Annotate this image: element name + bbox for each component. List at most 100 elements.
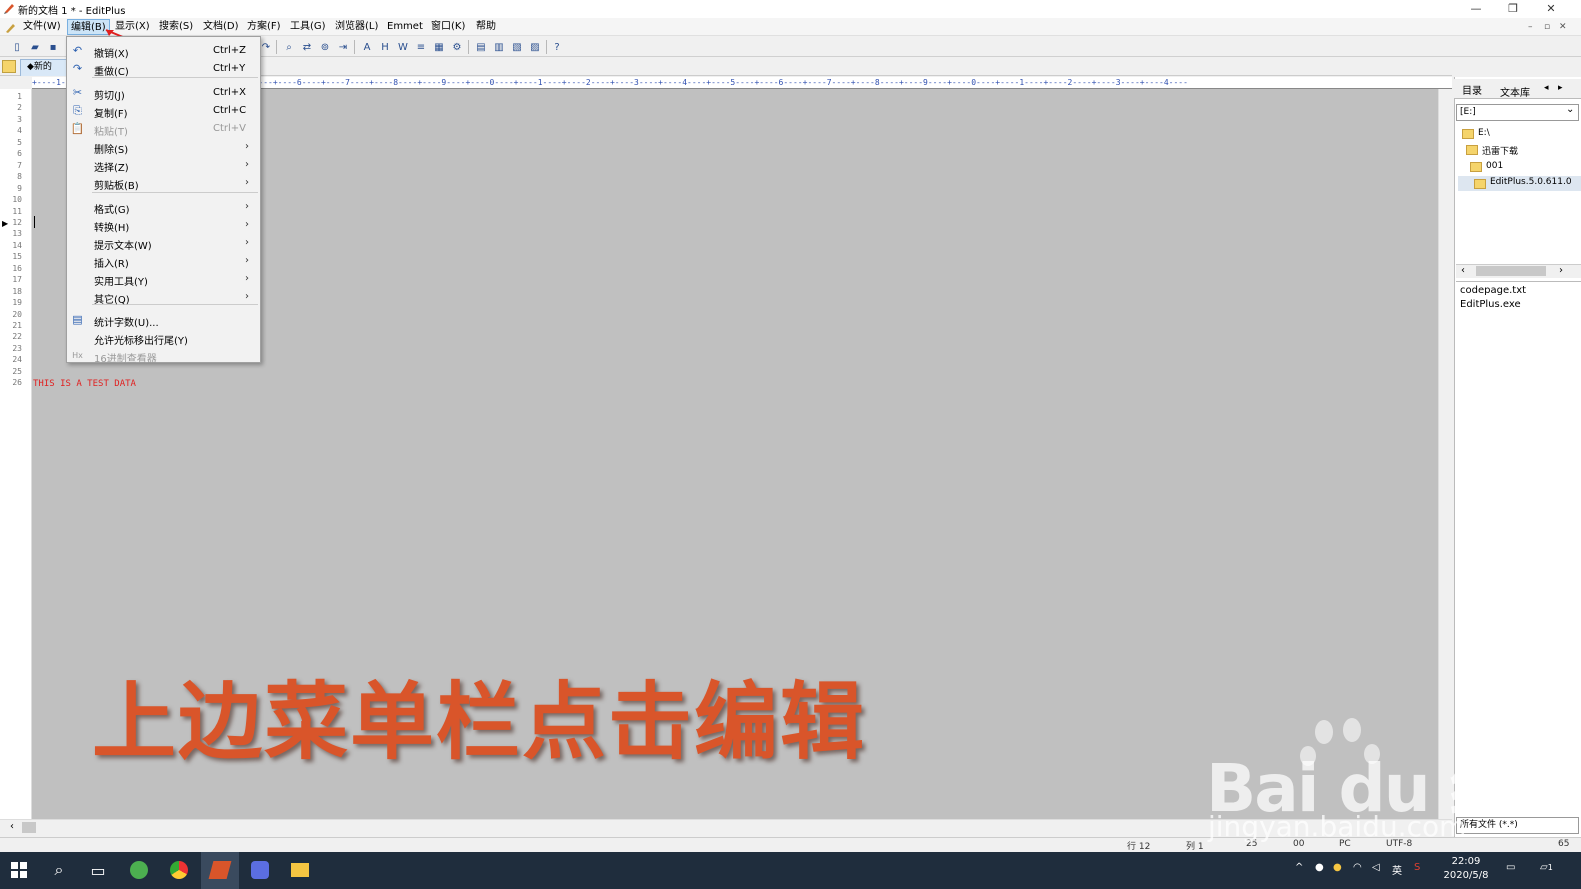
line-number: 16 xyxy=(12,263,22,273)
toolbar-separator xyxy=(276,40,277,54)
hex-toolbar-icon[interactable]: H xyxy=(378,40,392,54)
menu-project[interactable]: 方案(F) xyxy=(244,19,284,35)
mdi-minimize-button[interactable]: – xyxy=(1528,22,1533,32)
find-icon[interactable]: ⌕ xyxy=(282,40,296,54)
tray-expand-icon[interactable]: ^ xyxy=(1295,862,1303,873)
tree-scroll-left-icon[interactable]: ‹ xyxy=(1461,265,1465,276)
edit-menu-item-shortcut: Ctrl+V xyxy=(213,123,247,134)
cut-icon: ✂ xyxy=(72,86,83,99)
scroll-left-arrow-icon[interactable]: ‹ xyxy=(10,821,14,832)
output-window-icon[interactable]: ▨ xyxy=(528,40,542,54)
sogou-ime-icon[interactable]: S xyxy=(1414,862,1420,873)
menu-search[interactable]: 搜索(S) xyxy=(156,19,196,35)
panel-tab-next-icon[interactable]: ▸ xyxy=(1558,83,1563,93)
folder-icon[interactable] xyxy=(2,60,16,73)
app-taskbar-icon[interactable] xyxy=(248,858,272,882)
redo-toolbar-icon[interactable]: ↷ xyxy=(259,40,273,54)
tree-item-editplus[interactable]: EditPlus.5.0.611.0 xyxy=(1490,177,1572,187)
browser-360-icon[interactable] xyxy=(127,858,151,882)
close-button[interactable]: ✕ xyxy=(1533,0,1569,18)
search-icon[interactable]: ⌕ xyxy=(47,858,71,882)
line-number: 13 xyxy=(12,229,22,239)
watermark-url: jingyan.baidu.com xyxy=(1208,810,1467,843)
minimize-button[interactable]: — xyxy=(1458,0,1494,18)
font-icon[interactable]: A xyxy=(360,40,374,54)
chevron-down-icon[interactable]: ⌄ xyxy=(1566,104,1574,115)
task-view-icon[interactable]: ▭ xyxy=(86,858,110,882)
editplus-taskbar-icon[interactable] xyxy=(208,858,232,882)
tree-scroll-thumb[interactable] xyxy=(1476,266,1546,276)
line-number: 9 xyxy=(17,183,22,193)
settings-icon[interactable]: ⚙ xyxy=(450,40,464,54)
word-wrap-icon[interactable]: W xyxy=(396,40,410,54)
menu-help[interactable]: 帮助 xyxy=(473,19,499,35)
editor-text-line[interactable]: THIS IS A TEST DATA xyxy=(33,379,136,389)
tab-cliptext[interactable]: 文本库 xyxy=(1500,84,1530,99)
notification-icon[interactable]: ▱1 xyxy=(1540,862,1553,873)
line-numbers-icon[interactable]: ≡ xyxy=(414,40,428,54)
goto-line-icon[interactable]: ⇥ xyxy=(336,40,350,54)
find-replace-icon[interactable]: ⇄ xyxy=(300,40,314,54)
tree-item-001[interactable]: 001 xyxy=(1486,161,1503,171)
help-icon[interactable]: ? xyxy=(550,40,564,54)
cliptext-icon[interactable]: ▧ xyxy=(510,40,524,54)
ime-indicator[interactable]: 英 xyxy=(1392,862,1402,877)
edit-menu-item-label: 重做(C) xyxy=(94,67,129,78)
edit-menu-item-label: 转换(H) xyxy=(94,223,130,234)
menu-tools[interactable]: 工具(G) xyxy=(287,19,329,35)
taskbar-clock[interactable]: 22:09 2020/5/8 xyxy=(1438,855,1494,883)
line-number: 4 xyxy=(17,126,22,136)
status-row: 行 12 xyxy=(1127,842,1151,852)
toolbar-separator xyxy=(468,40,469,54)
tab-directory[interactable]: 目录 xyxy=(1462,82,1482,97)
windows-start-icon[interactable] xyxy=(11,862,27,878)
line-number: 2 xyxy=(17,103,22,113)
open-folder-icon[interactable]: ▰ xyxy=(28,40,42,54)
edit-menu-item-label: 统计字数(U)... xyxy=(94,318,159,329)
tree-scroll-right-icon[interactable]: › xyxy=(1559,265,1563,276)
line-number: 25 xyxy=(12,366,22,376)
panel-tab-prev-icon[interactable]: ◂ xyxy=(1544,83,1549,93)
folder-icon xyxy=(1470,162,1482,172)
find-in-files-icon[interactable]: ⊚ xyxy=(318,40,332,54)
save-icon[interactable]: ▪ xyxy=(46,40,60,54)
new-file-icon[interactable]: ▯ xyxy=(10,40,24,54)
ruler-icon[interactable]: ▦ xyxy=(432,40,446,54)
tree-item-drive-e[interactable]: E:\ xyxy=(1478,128,1490,138)
menu-document[interactable]: 文档(D) xyxy=(200,19,242,35)
panel-divider xyxy=(1456,281,1581,282)
file-explorer-icon[interactable] xyxy=(288,858,312,882)
copy-icon: ⎘ xyxy=(73,103,82,117)
edit-menu-item-label: 插入(R) xyxy=(94,259,129,270)
menu-browser[interactable]: 浏览器(L) xyxy=(332,19,381,35)
file-item-editplus-exe[interactable]: EditPlus.exe xyxy=(1460,299,1521,310)
file-item-codepage[interactable]: codepage.txt xyxy=(1460,285,1526,296)
submenu-arrow-icon: › xyxy=(245,201,249,212)
chrome-icon[interactable] xyxy=(167,858,191,882)
window-list-icon[interactable]: ▤ xyxy=(474,40,488,54)
stats-icon: ▤ xyxy=(72,313,83,326)
horizontal-scroll-thumb[interactable] xyxy=(22,822,36,833)
edit-menu-item-shortcut: Ctrl+Z xyxy=(213,45,247,56)
menu-file[interactable]: 文件(W) xyxy=(20,19,64,35)
restore-button[interactable]: ❐ xyxy=(1495,0,1531,18)
volume-icon[interactable]: ◁ xyxy=(1372,862,1380,873)
mdi-close-button[interactable]: ✕ xyxy=(1559,22,1567,32)
network-icon[interactable]: ◠ xyxy=(1353,862,1362,873)
tab-new-document[interactable]: ◆新的 xyxy=(20,59,72,76)
vertical-scrollbar[interactable] xyxy=(1438,89,1452,819)
action-center-icon[interactable]: ▭ xyxy=(1506,862,1515,873)
menu-emmet[interactable]: Emmet xyxy=(384,19,426,35)
microphone-icon[interactable]: ● xyxy=(1315,862,1324,873)
drive-select[interactable]: [E:] xyxy=(1456,104,1579,121)
directory-icon[interactable]: ▥ xyxy=(492,40,506,54)
edit-menu-item-label: 删除(S) xyxy=(94,145,129,156)
editplus-app-icon xyxy=(4,4,14,14)
menu-window[interactable]: 窗口(K) xyxy=(428,19,468,35)
toolbar-separator xyxy=(354,40,355,54)
undo-icon: ↶ xyxy=(72,44,83,57)
tree-item-xunlei[interactable]: 迅雷下载 xyxy=(1482,144,1518,157)
tray-app-icon[interactable]: ● xyxy=(1333,862,1342,873)
mdi-restore-button[interactable]: ▫ xyxy=(1544,22,1550,32)
submenu-arrow-icon: › xyxy=(245,141,249,152)
